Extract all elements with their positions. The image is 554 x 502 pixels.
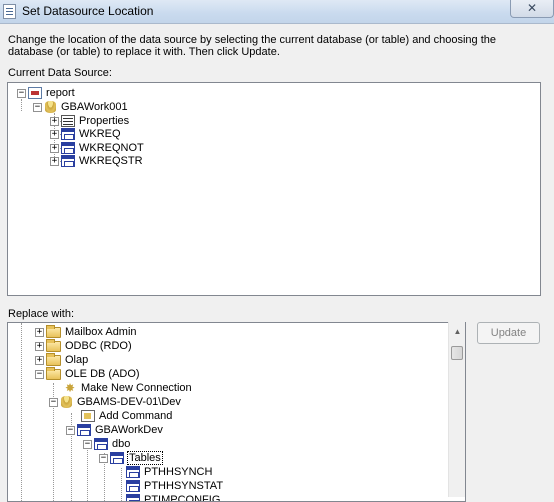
close-icon: ✕ [526,1,538,15]
tree-node-oledb[interactable]: − OLE DB (ADO) [35,366,141,381]
scroll-thumb[interactable] [451,346,463,360]
tree-node-table[interactable]: PTHHSYNCH [126,465,213,479]
collapse-icon[interactable]: − [83,439,92,449]
vertical-scrollbar[interactable]: ▲ [448,322,465,497]
tables-icon [110,452,124,464]
tree-node-table[interactable]: PTIMPCONFIG [126,493,221,502]
tree-node-table[interactable]: + WKREQ [50,127,122,141]
tree-node-database[interactable]: − GBAWork001 [33,100,129,114]
expand-icon[interactable]: + [50,116,59,126]
tree-node-table[interactable]: + WKREQNOT [50,141,145,155]
node-label: WKREQ [79,128,121,140]
current-source-label: Current Data Source: [8,67,112,79]
app-icon [3,4,16,19]
folder-icon [46,338,61,352]
expand-icon[interactable]: + [35,327,44,337]
node-label: Properties [79,115,130,127]
expand-icon[interactable]: + [35,355,44,365]
current-source-tree[interactable]: − report − GBAWork001 + Properties + WKR… [7,82,541,296]
collapse-icon[interactable]: − [66,425,75,435]
expand-icon[interactable]: + [50,156,59,166]
server-icon [61,396,72,408]
database-icon [77,424,91,436]
node-label: ODBC (RDO) [65,340,132,352]
node-label: report [46,87,75,99]
node-label: Mailbox Admin [65,326,137,338]
node-label-selected: Tables [127,451,163,465]
table-icon [126,480,140,492]
update-button[interactable]: Update [477,322,540,344]
table-icon [61,155,75,167]
folder-icon [46,352,61,366]
node-label: Olap [65,354,89,366]
tree-node-olap[interactable]: + Olap [35,352,89,367]
replace-with-label: Replace with: [8,308,75,320]
collapse-icon[interactable]: − [99,453,108,463]
scroll-up-arrow-icon[interactable]: ▲ [449,324,466,340]
tree-node-table[interactable]: + WKREQSTR [50,154,144,168]
table-icon [61,142,75,154]
database-icon [45,101,56,113]
tree-node-report[interactable]: − report [17,86,76,100]
node-label: WKREQSTR [79,155,143,167]
report-icon [28,87,42,99]
node-label: GBAWorkDev [95,424,163,436]
add-command-icon [81,410,95,422]
tree-node-table[interactable]: PTHHSYNSTAT [126,479,224,493]
properties-icon [61,115,75,127]
tree-node-schema[interactable]: − dbo [83,437,131,451]
node-label: GBAMS-DEV-01\Dev [77,396,181,408]
new-connection-icon: ✸ [64,381,76,395]
tree-node-server[interactable]: − GBAMS-DEV-01\Dev [49,395,182,409]
tree-node-odbc[interactable]: + ODBC (RDO) [35,338,133,353]
node-label: OLE DB (ADO) [65,368,140,380]
tree-node-tables[interactable]: − Tables [99,451,163,465]
table-icon [126,466,140,478]
folder-icon [46,324,61,338]
node-label: PTHHSYNCH [144,466,213,478]
expand-icon[interactable]: + [50,143,59,153]
collapse-icon[interactable]: − [35,369,44,379]
tree-node-properties[interactable]: + Properties [50,114,130,128]
title-bar: Set Datasource Location ✕ [0,0,554,24]
tree-node-database[interactable]: − GBAWorkDev [66,423,164,437]
expand-icon[interactable]: + [50,129,59,139]
expand-icon[interactable]: + [35,341,44,351]
instructions-text: Change the location of the data source b… [8,34,496,58]
window-title: Set Datasource Location [22,4,154,18]
node-label: WKREQNOT [79,142,144,154]
table-icon [126,494,140,501]
folder-icon [46,366,61,380]
node-label: dbo [112,438,131,450]
collapse-icon[interactable]: − [33,102,42,112]
node-label: Add Command [99,410,173,422]
tree-node-add-command[interactable]: Add Command [81,409,173,423]
table-icon [61,128,75,140]
node-label: GBAWork001 [61,101,128,113]
node-label: Make New Connection [81,382,192,394]
tree-node-mailbox-admin[interactable]: + Mailbox Admin [35,324,138,339]
collapse-icon[interactable]: − [17,88,26,98]
node-label: PTHHSYNSTAT [144,480,224,492]
tree-node-make-new-connection[interactable]: ✸ Make New Connection [63,381,193,395]
close-button[interactable]: ✕ [510,0,554,18]
schema-icon [94,438,108,450]
collapse-icon[interactable]: − [49,397,58,407]
node-label: PTIMPCONFIG [144,494,221,502]
replace-with-tree[interactable]: + Mailbox Admin + ODBC (RDO) + Olap − OL… [7,322,466,502]
